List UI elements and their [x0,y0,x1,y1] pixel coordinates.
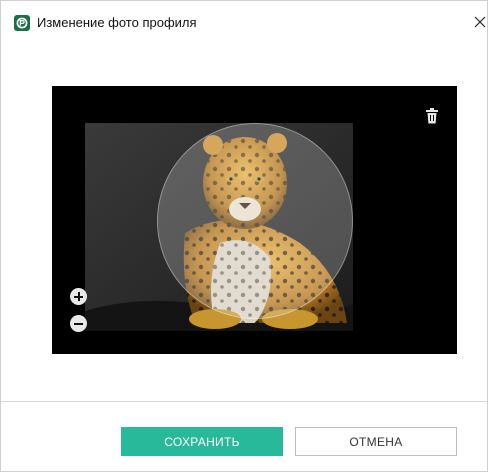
dialog-window: Изменение фото профиля СОХРАНИТЬ ОТМЕНА [0,0,488,472]
app-logo-icon [14,15,30,31]
cancel-button[interactable]: ОТМЕНА [295,427,457,456]
profile-photo [85,123,353,331]
photo-editor-canvas[interactable] [52,86,457,354]
zoom-out-icon[interactable] [70,315,87,332]
close-icon[interactable] [471,13,488,31]
zoom-in-icon[interactable] [70,288,87,305]
title-bar: Изменение фото профиля [1,1,487,43]
trash-icon[interactable] [425,108,439,124]
footer-divider [1,401,487,402]
save-button[interactable]: СОХРАНИТЬ [121,427,283,456]
crop-circle-overlay[interactable] [157,123,353,319]
window-title: Изменение фото профиля [37,15,197,30]
